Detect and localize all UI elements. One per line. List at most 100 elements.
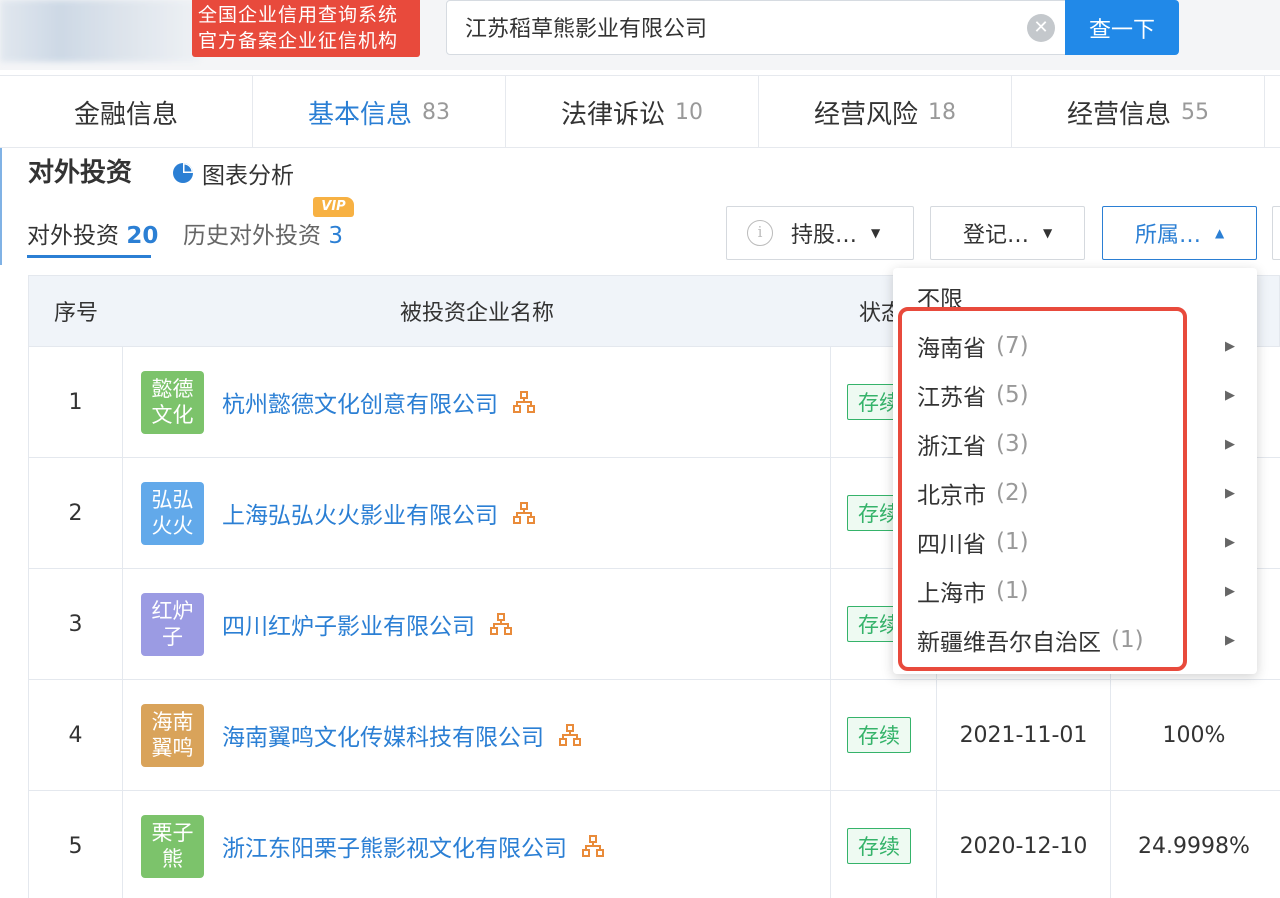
company-logo[interactable]: 海南 翼鸣 [141,703,204,767]
tab-count: 83 [422,99,450,125]
option-count: (1) [1111,627,1144,653]
tab-label: 经营风险 [813,99,918,130]
company-name-link[interactable]: 浙江东阳栗子熊影视文化有限公司 [222,829,567,863]
company-logo[interactable]: 红炉 子 [141,592,204,656]
option-count: (2) [996,480,1029,506]
logo-text: 海南 [151,710,194,734]
subtab-count: 3 [328,223,343,249]
option-label: 北京市 [917,483,986,509]
company-logo[interactable]: 弘弘 火火 [141,481,204,545]
company-name-link[interactable]: 上海弘弘火火影业有限公司 [222,496,498,530]
region-option[interactable]: 浙江省 (3) ▶ [917,423,1247,465]
filter-label: 持股… [791,223,858,248]
badge-line-2: 官方备案企业征信机构 [198,30,399,52]
tab-operations[interactable]: 经营信息 55 [1012,76,1265,148]
caret-right-icon: ▶ [1225,485,1235,501]
subtab-current-investment[interactable]: 对外投资 20 [27,216,158,250]
region-option[interactable]: 海南省 (7) ▶ [917,325,1247,367]
row-company: 懿德 文化 杭州懿德文化创意有限公司 [123,347,831,457]
caret-right-icon: ▶ [1225,583,1235,599]
row-index: 2 [29,458,123,568]
row-company: 红炉 子 四川红炉子影业有限公司 [123,569,831,679]
tab-label: 经营信息 [1066,99,1171,130]
subtab-active-underline [27,255,151,258]
filter-label: 所属… [1135,223,1202,248]
org-chart-icon[interactable] [512,390,536,414]
caret-down-icon: ▼ [1043,226,1053,240]
logo-text: 熊 [162,847,183,871]
option-label: 江苏省 [917,385,986,411]
search-input[interactable] [465,7,1005,47]
site-logo[interactable] [0,0,200,62]
chart-link-label: 图表分析 [202,163,294,189]
tab-label: 法律诉讼 [560,99,665,130]
tab-label: 金融信息 [73,99,178,130]
org-chart-icon[interactable] [558,723,582,747]
logo-text: 翼鸣 [151,736,194,760]
company-name-link[interactable]: 海南翼鸣文化传媒科技有限公司 [222,718,544,752]
region-option[interactable]: 江苏省 (5) ▶ [917,374,1247,416]
tab-count: 10 [675,99,703,125]
company-name-link[interactable]: 杭州懿德文化创意有限公司 [222,385,498,419]
subtab-label: 历史对外投资 [183,223,321,249]
chart-analysis-link[interactable]: 图表分析 [172,156,294,190]
caret-right-icon: ▶ [1225,534,1235,550]
register-filter[interactable]: 登记… ▼ [930,206,1085,260]
row-index: 5 [29,791,123,898]
row-index: 3 [29,569,123,679]
caret-down-icon: ▼ [871,226,881,240]
subtab-history-investment[interactable]: 历史对外投资 3 [183,216,343,250]
info-icon: i [747,220,773,246]
subtab-label: 对外投资 [27,223,119,249]
option-label: 浙江省 [917,434,986,460]
logo-text: 懿德 [151,377,194,401]
status-tag: 存续 [847,828,911,864]
company-name-link[interactable]: 四川红炉子影业有限公司 [222,607,475,641]
company-logo[interactable]: 懿德 文化 [141,370,204,434]
row-date: 2021-11-01 [937,680,1111,790]
tab-count: 18 [928,99,956,125]
row-company: 栗子 熊 浙江东阳栗子熊影视文化有限公司 [123,791,831,898]
tab-legal[interactable]: 法律诉讼 10 [506,76,759,148]
caret-right-icon: ▶ [1225,387,1235,403]
tab-risk[interactable]: 经营风险 18 [759,76,1012,148]
tab-basic-info[interactable]: 基本信息 83 [253,76,506,148]
more-filter[interactable] [1272,206,1280,260]
region-dropdown: 不限 海南省 (7) ▶ 江苏省 (5) ▶ 浙江省 (3) ▶ 北京市 (2)… [893,268,1257,674]
org-chart-icon[interactable] [581,834,605,858]
logo-text: 弘弘 [151,488,194,512]
header-name: 被投资企业名称 [399,301,554,326]
clear-icon[interactable]: ✕ [1027,14,1055,42]
region-option[interactable]: 四川省 (1) ▶ [917,521,1247,563]
option-label: 海南省 [917,336,986,362]
tab-label: 基本信息 [307,99,412,130]
region-option[interactable]: 新疆维吾尔自治区 (1) ▶ [917,619,1247,661]
option-count: (1) [996,578,1029,604]
tab-finance[interactable]: 金融信息 [0,76,253,148]
company-logo[interactable]: 栗子 熊 [141,814,204,878]
holding-filter[interactable]: i 持股… ▼ [726,206,914,260]
search-box: ✕ [446,0,1066,55]
org-chart-icon[interactable] [489,612,513,636]
logo-text: 文化 [151,403,194,427]
tab-count: 55 [1181,99,1209,125]
search-button[interactable]: 查一下 [1065,0,1179,55]
vip-badge: VIP [313,197,354,217]
logo-text: 红炉 [151,599,194,623]
option-label: 上海市 [917,581,986,607]
option-count: (7) [996,333,1029,359]
pie-chart-icon [173,163,193,183]
region-option[interactable]: 上海市 (1) ▶ [917,570,1247,612]
option-count: (3) [996,431,1029,457]
region-filter[interactable]: 所属… ▲ [1102,206,1257,260]
subtab-count: 20 [126,223,159,249]
region-option-all[interactable]: 不限 [917,276,1247,318]
org-chart-icon[interactable] [512,501,536,525]
table-row: 4 海南 翼鸣 海南翼鸣文化传媒科技有限公司 存续 2021-11-01 100… [28,680,1280,791]
region-option[interactable]: 北京市 (2) ▶ [917,472,1247,514]
credit-badge: 全国企业信用查询系统 官方备案企业征信机构 [192,0,420,57]
badge-line-1: 全国企业信用查询系统 [198,4,399,26]
table-row: 5 栗子 熊 浙江东阳栗子熊影视文化有限公司 存续 2020-12-10 24.… [28,791,1280,898]
filter-label: 登记… [963,223,1030,248]
logo-text: 栗子 [151,821,194,845]
